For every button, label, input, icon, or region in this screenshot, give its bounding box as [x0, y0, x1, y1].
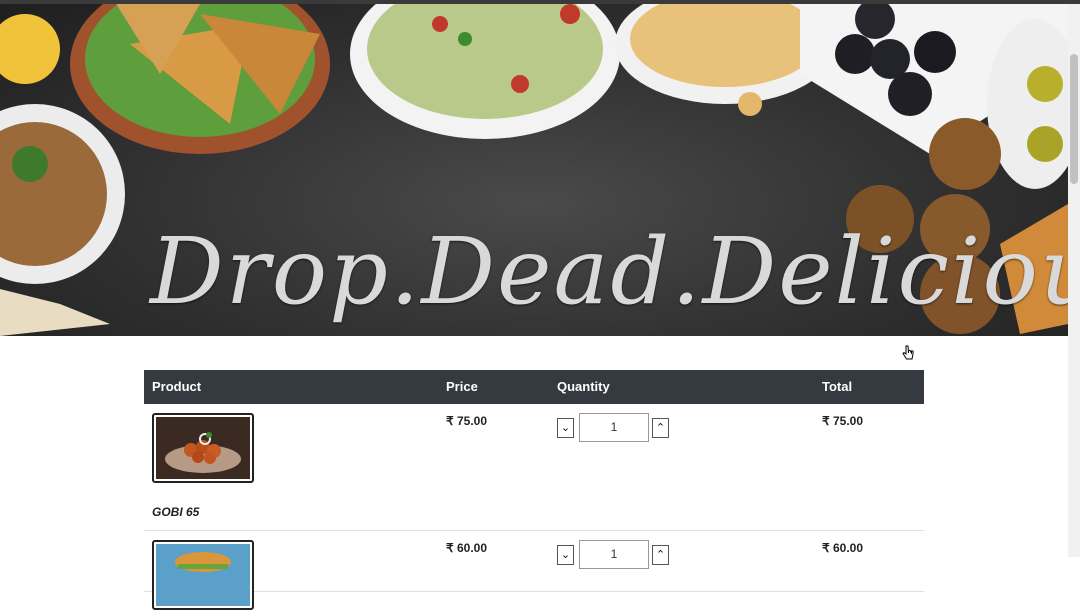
- header-quantity: Quantity: [557, 379, 610, 394]
- product-name: GOBI 65: [152, 505, 200, 519]
- hero-banner: Drop.Dead.Delicious.: [0, 4, 1068, 336]
- table-header: Product Price Quantity Total: [144, 370, 924, 404]
- burger-photo: [156, 544, 250, 606]
- chevron-down-icon[interactable]: ⌄: [557, 545, 574, 565]
- chevron-up-icon[interactable]: ⌃: [652, 418, 669, 438]
- chevron-up-icon[interactable]: ⌃: [652, 545, 669, 565]
- header-total: Total: [822, 379, 853, 394]
- gobi-65-photo: [156, 417, 250, 479]
- page-scrollbar[interactable]: [1068, 4, 1080, 557]
- quantity-input[interactable]: 1: [579, 413, 649, 442]
- cart-table: Product Price Quantity Total GOBI 65 ₹ 7…: [144, 370, 924, 610]
- banner-slogan: Drop.Dead.Delicious.: [150, 218, 1068, 325]
- product-image[interactable]: [152, 540, 254, 610]
- product-price: ₹ 75.00: [446, 414, 487, 428]
- table-row: GOBI 65 ₹ 75.00 ⌄ 1 ⌃ ₹ 75.00: [144, 404, 924, 531]
- scrollbar-thumb[interactable]: [1070, 54, 1078, 184]
- table-row: ₹ 60.00 ⌄ 1 ⌃ ₹ 60.00: [144, 531, 924, 610]
- row-total: ₹ 60.00: [822, 541, 863, 555]
- hand-pointer-icon: [902, 345, 914, 360]
- product-image[interactable]: [152, 413, 254, 483]
- quantity-input[interactable]: 1: [579, 540, 649, 569]
- row-total: ₹ 75.00: [822, 414, 863, 428]
- header-product: Product: [152, 379, 202, 394]
- header-price: Price: [446, 379, 478, 394]
- product-price: ₹ 60.00: [446, 541, 487, 555]
- chevron-down-icon[interactable]: ⌄: [557, 418, 574, 438]
